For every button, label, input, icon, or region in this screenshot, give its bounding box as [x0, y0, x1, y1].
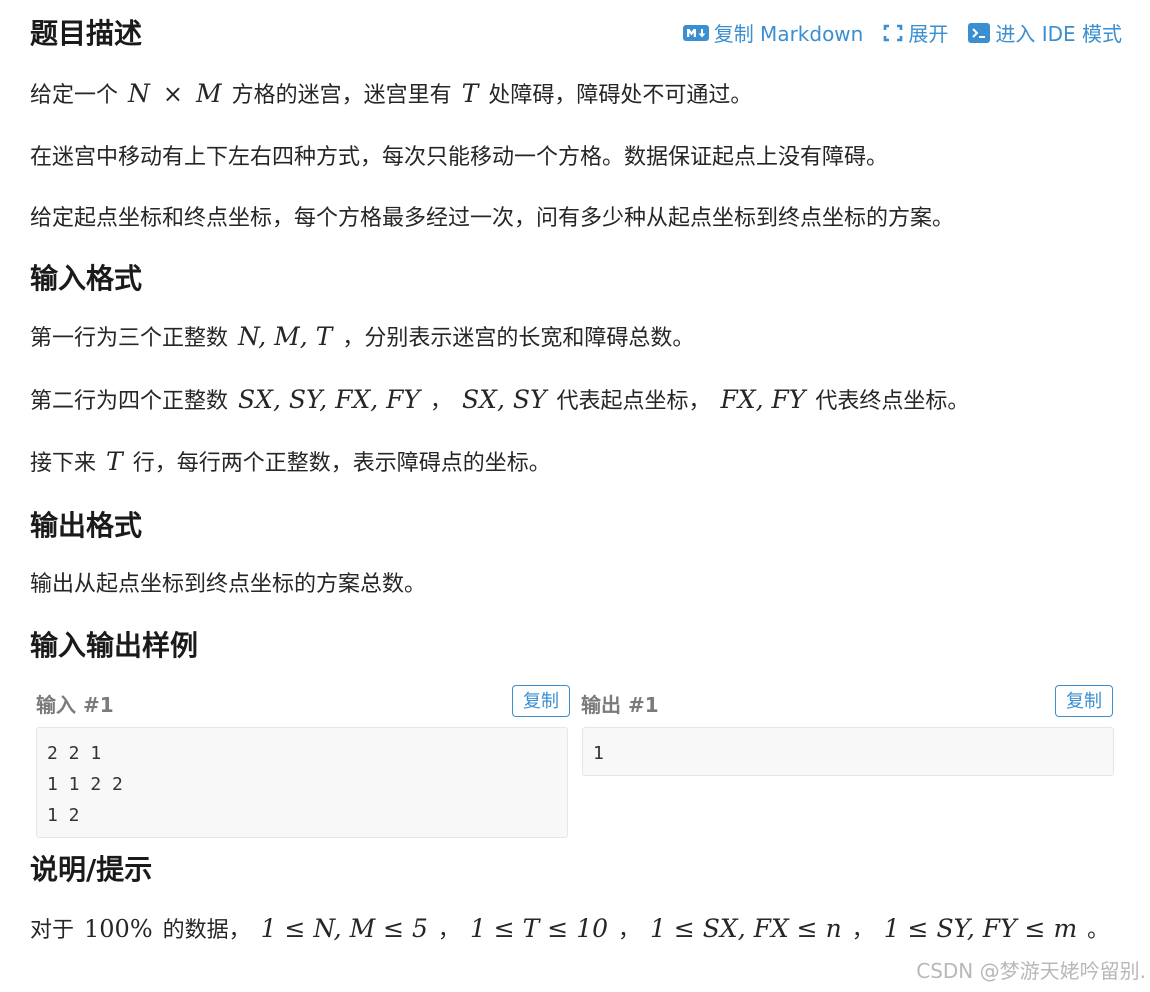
math-n: N: [128, 79, 150, 108]
math-constraint-x: 1 ≤ SX, FX ≤ n: [650, 914, 842, 943]
copy-output-button[interactable]: 复制: [1055, 685, 1113, 717]
expand-label: 展开: [908, 22, 949, 46]
text-span: 代表终点坐标。: [815, 389, 970, 414]
text-span: 代表起点坐标，: [556, 389, 711, 414]
description-paragraph-3: 给定起点坐标和终点坐标，每个方格最多经过一次，问有多少种从起点坐标到终点坐标的方…: [30, 206, 955, 231]
terminal-icon: [968, 22, 991, 43]
ide-mode-button[interactable]: 进入 IDE 模式: [968, 18, 1122, 47]
text-span: ，: [618, 918, 641, 943]
sample-input-code: 2 2 1 1 1 2 2 1 2: [36, 727, 568, 838]
description-header: 题目描述 复制 Markdown 展开 进入 IDE 模式: [30, 16, 1122, 56]
sample-input: 输入 #1 复制: [30, 685, 570, 725]
text-span: ，: [437, 918, 460, 943]
samples-heading: 输入输出样例: [30, 629, 199, 662]
input-format-line-1: 第一行为三个正整数 N, M, T ，分别表示迷宫的长宽和障碍总数。: [30, 321, 694, 355]
copy-markdown-button[interactable]: 复制 Markdown: [682, 18, 864, 47]
toolbar: 复制 Markdown 展开 进入 IDE 模式: [663, 18, 1122, 47]
text-span: 方格的迷宫，迷宫里有: [231, 83, 452, 108]
math-n-m-t: N, M, T: [238, 322, 333, 351]
sample-output: 输出 #1 复制: [575, 685, 1113, 725]
text-span: ，分别表示迷宫的长宽和障碍总数。: [342, 326, 695, 351]
math-constraint-nm: 1 ≤ N, M ≤ 5: [260, 914, 428, 943]
ide-mode-label: 进入 IDE 模式: [995, 22, 1122, 46]
sample-input-title: 输入 #1: [36, 693, 114, 717]
copy-input-button[interactable]: 复制: [512, 685, 570, 717]
math-constraint-t: 1 ≤ T ≤ 10: [469, 914, 609, 943]
math-finish: FX, FY: [720, 385, 806, 414]
sample-output-code: 1: [582, 727, 1114, 776]
math-constraint-y: 1 ≤ SY, FY ≤ m: [883, 914, 1078, 943]
sample-output-title: 输出 #1: [581, 693, 659, 717]
input-format-line-3: 接下来 T 行，每行两个正整数，表示障碍点的坐标。: [30, 446, 551, 480]
math-t: T: [461, 79, 479, 108]
watermark: CSDN @梦游天姥吟留别.: [916, 959, 1146, 983]
input-format-line-2: 第二行为四个正整数 SX, SY, FX, FY ， SX, SY 代表起点坐标…: [30, 384, 969, 418]
code-line: 1 1 2 2: [47, 774, 123, 795]
text-span: 处障碍，障碍处不可通过。: [488, 83, 753, 108]
copy-markdown-label: 复制 Markdown: [713, 22, 864, 46]
text-span: 对于: [30, 918, 75, 943]
text-span: 给定一个: [30, 83, 119, 108]
text-span: 第一行为三个正整数: [30, 326, 229, 351]
hint-text: 对于 100% 的数据， 1 ≤ N, M ≤ 5 ， 1 ≤ T ≤ 10 ，…: [30, 913, 1109, 947]
math-m: M: [196, 79, 222, 108]
output-format-heading: 输出格式: [30, 509, 143, 542]
text-span: 接下来: [30, 451, 97, 476]
markdown-icon: [682, 24, 709, 41]
input-format-heading: 输入格式: [30, 262, 143, 295]
text-span: 行，每行两个正整数，表示障碍点的坐标。: [132, 451, 551, 476]
hint-heading: 说明/提示: [30, 853, 153, 886]
description-paragraph-2: 在迷宫中移动有上下左右四种方式，每次只能移动一个方格。数据保证起点上没有障碍。: [30, 145, 889, 170]
expand-icon: [883, 24, 903, 42]
text-span: ，: [430, 389, 453, 414]
code-line: 2 2 1: [47, 743, 102, 764]
code-line: 1: [593, 743, 604, 764]
code-line: 1 2: [47, 805, 80, 826]
math-percent: 100%: [84, 915, 153, 943]
sample-input-header: 输入 #1 复制: [30, 685, 570, 725]
output-format-text: 输出从起点坐标到终点坐标的方案总数。: [30, 572, 427, 597]
sample-output-header: 输出 #1 复制: [575, 685, 1113, 725]
text-span: 第二行为四个正整数: [30, 389, 229, 414]
expand-button[interactable]: 展开: [883, 18, 948, 47]
math-t: T: [106, 447, 123, 476]
description-paragraph-1: 给定一个 N × M 方格的迷宫，迷宫里有 T 处障碍，障碍处不可通过。: [30, 78, 752, 112]
text-span: 。: [1087, 918, 1110, 943]
text-span: ，: [851, 918, 874, 943]
text-span: 的数据，: [162, 918, 251, 943]
math-coords: SX, SY, FX, FY: [238, 385, 421, 414]
math-times: ×: [162, 80, 183, 108]
math-start: SX, SY: [462, 385, 547, 414]
